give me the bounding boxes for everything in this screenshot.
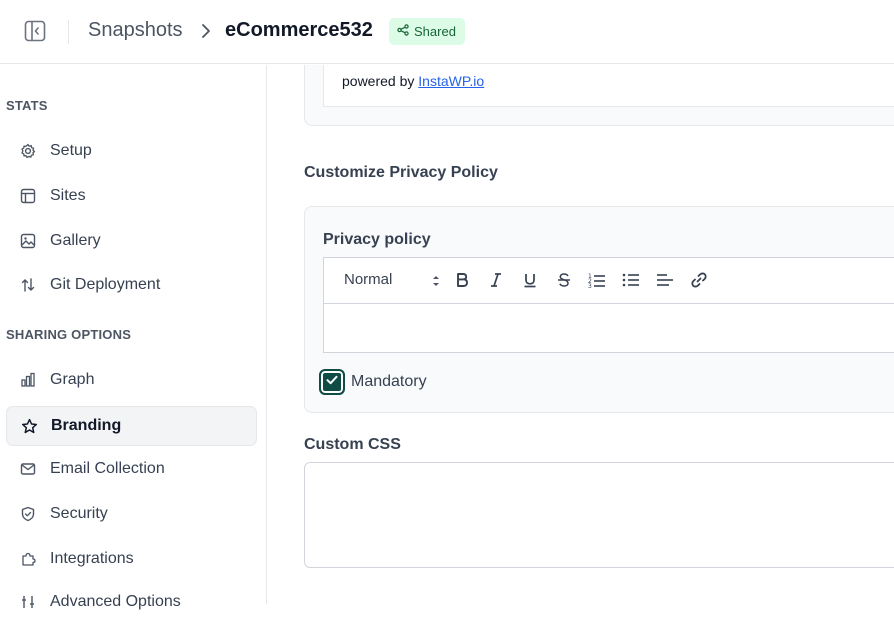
sidebar-item-label: Integrations [50,550,134,567]
privacy-policy-label: Privacy policy [323,231,431,248]
custom-css-textarea[interactable] [304,462,894,568]
ordered-list-button[interactable]: 123 [586,271,608,293]
bullet-list-icon [622,272,640,293]
format-select[interactable]: Normal [344,271,440,291]
sidebar-item-email-collection[interactable]: Email Collection [6,449,257,489]
strikethrough-icon [557,272,571,293]
shield-icon [19,505,37,523]
bold-icon [455,272,469,293]
bar-chart-icon [19,371,37,389]
link-button[interactable] [688,271,710,293]
header-divider [68,20,69,44]
sidebar-item-security[interactable]: Security [6,494,257,534]
sidebar-item-label: Email Collection [50,460,165,477]
italic-icon [489,272,503,293]
sidebar-item-label: Setup [50,142,92,159]
sidebar-item-advanced-options[interactable]: Advanced Options [6,582,257,622]
sidebar-item-label: Gallery [50,232,101,249]
layout-icon [19,187,37,205]
sidebar-item-integrations[interactable]: Integrations [6,539,257,579]
breadcrumb-current: eCommerce532 [225,19,373,41]
privacy-policy-card: Privacy policy Normal 1 2 3 Mandatory [304,206,894,413]
sliders-icon [19,593,37,611]
breadcrumb-snapshots[interactable]: Snapshots [88,19,183,42]
sidebar-item-label: Sites [50,187,86,204]
instawp-link[interactable]: InstaWP.io [418,73,484,89]
status-badge-label: Shared [414,24,456,39]
section-title-sharing-options: SHARING OPTIONS [6,327,132,342]
sidebar: STATS Setup Sites Gallery Git Deployment… [0,65,267,610]
sidebar-item-label: Advanced Options [50,593,181,610]
gear-icon [19,142,37,160]
format-select-value: Normal [344,271,393,288]
sidebar-item-label: Branding [51,417,122,434]
italic-button[interactable] [485,271,507,293]
ordered-list-icon: 123 [588,272,606,293]
sidebar-item-branding[interactable]: Branding [6,406,257,446]
check-icon [325,373,339,392]
powered-by-prefix: powered by [342,73,415,89]
star-icon [20,417,38,435]
privacy-policy-editor: Normal 123 [323,257,894,353]
bold-button[interactable] [451,271,473,293]
mandatory-row: Mandatory [319,369,427,395]
sidebar-item-git-deployment[interactable]: Git Deployment [6,265,257,305]
section-title-stats: STATS [6,98,48,113]
sidebar-item-label: Git Deployment [50,276,161,293]
editor-text-area[interactable] [324,304,894,352]
mandatory-label: Mandatory [351,373,427,390]
top-header: Snapshots eCommerce532 Shared [0,0,894,64]
sidebar-item-label: Security [50,505,108,522]
sidebar-item-sites[interactable]: Sites [6,176,257,216]
powered-by-text: powered by InstaWP.io [342,73,484,89]
sidebar-item-label: Graph [50,371,95,388]
link-icon [690,271,708,294]
svg-text:3: 3 [588,283,592,288]
sidebar-toggle-icon[interactable] [24,20,46,42]
mail-icon [19,460,37,478]
puzzle-icon [19,550,37,568]
bullet-list-button[interactable] [620,271,642,293]
underline-button[interactable] [519,271,541,293]
select-arrows-icon [432,274,440,292]
sidebar-item-graph[interactable]: Graph [6,360,257,400]
align-button[interactable] [654,271,676,293]
underline-icon [523,272,537,293]
sidebar-item-gallery[interactable]: Gallery [6,221,257,261]
sidebar-item-setup[interactable]: Setup [6,131,257,171]
chevron-right-icon [199,22,213,40]
mandatory-checkbox[interactable] [319,369,345,395]
footer-preview: powered by InstaWP.io [323,65,894,107]
share-icon [397,24,409,39]
align-left-icon [656,272,674,293]
editor-toolbar: Normal 123 [324,258,894,304]
section-heading-privacy: Customize Privacy Policy [304,164,498,181]
main-content: powered by InstaWP.io Customize Privacy … [286,65,894,604]
image-icon [19,232,37,250]
branding-footer-card: powered by InstaWP.io [304,65,894,126]
arrows-up-down-icon [19,276,37,294]
custom-css-label: Custom CSS [304,436,401,453]
status-badge: Shared [389,18,465,45]
strike-button[interactable] [553,271,575,293]
